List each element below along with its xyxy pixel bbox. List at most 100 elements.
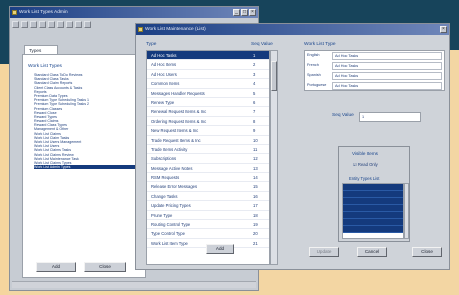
table-row[interactable]: Messages Handler Requests 5 <box>147 89 269 98</box>
type-name: Renew Type <box>151 99 175 105</box>
type-name: Renewal Request Items & Inc <box>151 109 207 115</box>
table-row[interactable]: Ad Hoc Users 3 <box>147 70 269 80</box>
seq-value: 7 <box>253 109 256 115</box>
seq-value-input[interactable]: 1 <box>359 112 421 122</box>
language-value-input[interactable]: Ad Hoc Tasks <box>332 82 442 90</box>
entity-types-scrollbar[interactable] <box>404 183 409 239</box>
copy-icon[interactable] <box>48 20 55 28</box>
seq-value: 11 <box>253 146 258 152</box>
type-name: Update Pricing Types <box>151 203 191 209</box>
find-icon[interactable] <box>75 20 82 28</box>
scroll-thumb[interactable] <box>271 61 277 91</box>
table-row[interactable]: Trade Items Activity 11 <box>147 145 269 155</box>
list-item[interactable] <box>343 212 403 219</box>
table-row[interactable]: Message Active Notes 13 <box>147 164 269 174</box>
cancel-button[interactable]: Cancel <box>357 247 387 257</box>
app-icon <box>138 27 143 32</box>
seq-value: 4 <box>253 81 256 87</box>
close-button[interactable]: Close <box>412 247 442 257</box>
cut-icon[interactable] <box>39 20 46 28</box>
table-row[interactable]: Renewal Request Items & Inc 7 <box>147 107 269 117</box>
list-item[interactable] <box>343 184 403 191</box>
minimize-icon[interactable]: _ <box>233 9 240 16</box>
language-value-input[interactable]: Ad Hoc Tasks <box>332 52 442 60</box>
entity-types-label: Entity Types List <box>349 176 380 181</box>
maximize-icon[interactable]: □ <box>241 9 248 16</box>
seq-value: 9 <box>253 128 256 134</box>
background-right-block <box>450 50 459 270</box>
back-add-button[interactable]: Add <box>36 262 76 272</box>
type-name: Trade Request Items & Inc <box>151 137 201 143</box>
front-window-titlebar[interactable]: Work List Maintenance (List) × <box>136 24 449 35</box>
seq-value: 18 <box>253 212 258 218</box>
type-name: Release Error Messages <box>151 184 198 190</box>
list-item[interactable]: Work List Admin Types <box>34 165 144 170</box>
read-only-label: Read Only <box>357 162 378 167</box>
type-name: Work List Item Type <box>151 240 188 246</box>
language-row: English Ad Hoc Tasks <box>305 51 444 61</box>
print-icon[interactable] <box>66 20 73 28</box>
seq-value: 2 <box>253 62 256 68</box>
table-row[interactable]: Common Items 4 <box>147 79 269 89</box>
language-label: Portuguese <box>307 83 327 87</box>
table-row[interactable]: Prune Type 18 <box>147 211 269 221</box>
app-icon <box>12 10 17 15</box>
close-icon[interactable]: × <box>440 26 447 33</box>
visible-items-group: Visible Items ☑ Read Only Entity Types L… <box>338 146 410 242</box>
list-item[interactable] <box>343 219 403 226</box>
add-button[interactable]: Add <box>206 244 234 254</box>
seq-value: 8 <box>253 118 256 124</box>
table-row[interactable]: Ad Hoc Items 2 <box>147 60 269 70</box>
close-icon[interactable]: × <box>249 9 256 16</box>
type-name: RSM Requests <box>151 175 180 181</box>
paste-icon[interactable] <box>57 20 64 28</box>
table-row[interactable]: Ordering Request Items & Inc 8 <box>147 117 269 127</box>
status-bar <box>12 281 256 288</box>
entity-types-list <box>342 183 404 239</box>
table-row[interactable]: Ad Hoc Tasks 1 <box>147 51 269 61</box>
window-controls: × <box>440 26 447 33</box>
save-icon[interactable] <box>30 20 37 28</box>
back-window-title: Work List Types Admin <box>19 10 68 15</box>
list-item[interactable] <box>343 226 403 233</box>
table-row[interactable]: Trade Request Items & Inc 10 <box>147 136 269 145</box>
type-name: Change Tasks <box>151 193 178 199</box>
type-name: Trade Items Activity <box>151 146 188 152</box>
table-row[interactable]: Renew Type 6 <box>147 98 269 108</box>
type-name: Ad Hoc Users <box>151 71 177 77</box>
work-list-types-label: Work List Types <box>28 64 62 69</box>
table-row[interactable]: Routing Control Type 19 <box>147 220 269 230</box>
work-list-type-label: Work List Type <box>304 42 336 47</box>
table-row[interactable]: Release Error Messages 15 <box>147 182 269 192</box>
back-close-button[interactable]: Close <box>84 262 126 272</box>
update-button[interactable]: Update <box>309 247 339 257</box>
read-only-checkbox[interactable]: ☑ Read Only <box>353 162 378 167</box>
table-row[interactable]: RSM Requests 14 <box>147 173 269 183</box>
list-item[interactable] <box>343 198 403 205</box>
seq-value: 10 <box>253 137 258 143</box>
work-list-types-list: Standard Class ToDo Reviews Standard Clas… <box>34 73 144 170</box>
type-list-scrollbar[interactable] <box>270 50 278 265</box>
back-window-titlebar[interactable]: Work List Types Admin _ □ × <box>10 7 258 18</box>
new-icon[interactable] <box>12 20 19 28</box>
work-list-maintenance-window: Work List Maintenance (List) × Type Seq … <box>135 23 450 270</box>
language-value-input[interactable]: Ad Hoc Tasks <box>332 72 442 80</box>
table-row[interactable]: Change Tasks 16 <box>147 192 269 202</box>
background-left-strip <box>0 64 8 295</box>
open-icon[interactable] <box>21 20 28 28</box>
seq-value: 1 <box>253 53 256 58</box>
language-label: Spanish <box>307 73 321 77</box>
table-row[interactable]: Type Control Type 20 <box>147 229 269 239</box>
list-item[interactable] <box>343 191 403 198</box>
table-row[interactable]: New Request Items & Inc 9 <box>147 126 269 136</box>
table-row[interactable]: Subscriptions 12 <box>147 154 269 164</box>
help-icon[interactable] <box>84 20 91 28</box>
type-name: Ordering Request Items & Inc <box>151 118 207 124</box>
table-row[interactable]: Update Pricing Types 17 <box>147 201 269 211</box>
language-row: French Ad Hoc Tasks <box>305 61 444 71</box>
type-name: Common Items <box>151 81 180 87</box>
seq-value: 19 <box>253 222 258 228</box>
seq-value: 17 <box>253 203 258 209</box>
language-value-input[interactable]: Ad Hoc Tasks <box>332 62 442 70</box>
list-item[interactable] <box>343 205 403 212</box>
